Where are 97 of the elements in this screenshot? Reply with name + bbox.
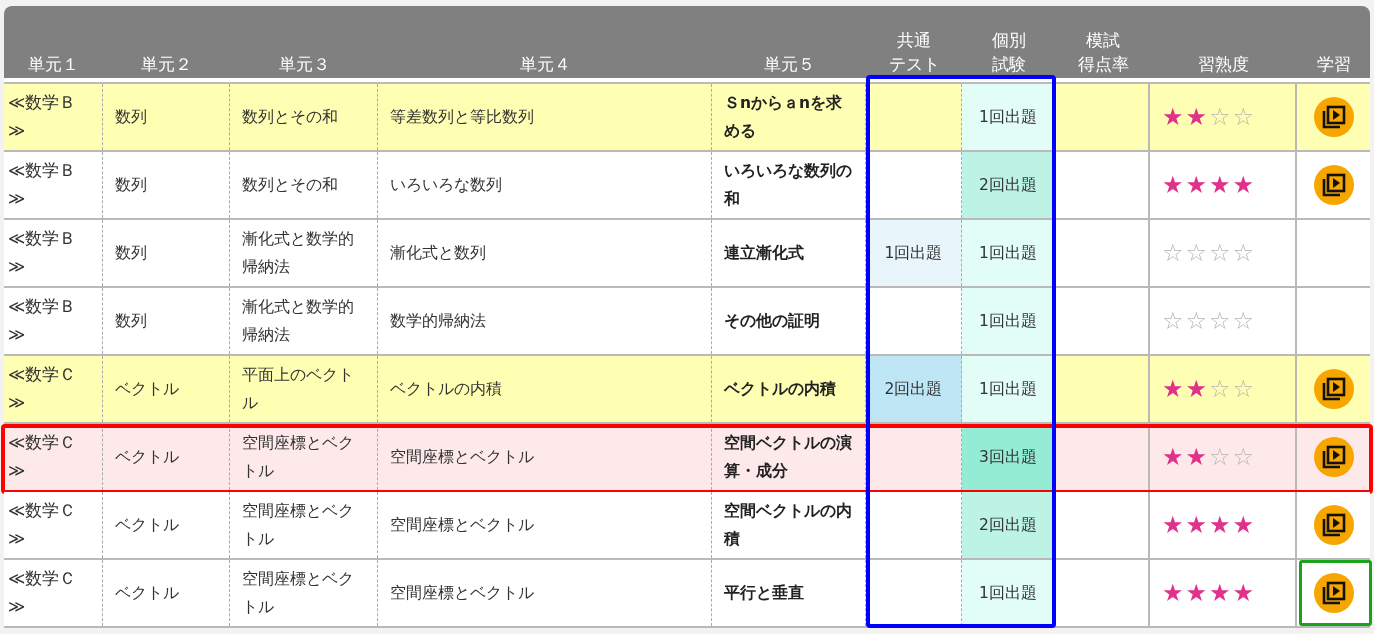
table-cell-text: 数列 xyxy=(115,175,147,196)
column-header: 単元２ xyxy=(141,53,192,76)
column-header: 単元５ xyxy=(763,53,815,76)
table-cell-text: ≪数学Ｃ≫ xyxy=(8,568,78,618)
column-header: 模試 xyxy=(1086,29,1120,52)
star-icon: ☆ xyxy=(1162,239,1184,267)
table-cell-text: いろいろな数列の和 xyxy=(724,161,853,210)
video-button[interactable] xyxy=(1313,97,1354,137)
column-header: 試験 xyxy=(992,53,1026,76)
table-cell-text: 等差数列と等比数列 xyxy=(390,107,534,128)
star-icon: ★ xyxy=(1209,579,1231,607)
star-icon: ☆ xyxy=(1232,375,1255,403)
star-icon: ☆ xyxy=(1162,307,1184,335)
star-icon: ★ xyxy=(1185,103,1208,131)
table-cell-text: 漸化式と数学的帰納法 xyxy=(242,229,355,278)
column-header: 個別 xyxy=(992,29,1026,52)
table-cell-text: Ｓnからａnを求める xyxy=(724,93,844,142)
table-cell-text: 数列 xyxy=(115,107,147,128)
table-cell-text: 漸化式と数列 xyxy=(390,243,486,264)
table-cell-text: その他の証明 xyxy=(724,311,820,332)
table-cell-text: いろいろな数列 xyxy=(390,175,502,196)
table-cell-text: 漸化式と数学的帰納法 xyxy=(242,297,355,346)
table-cell-text: 空間座標とベクトル xyxy=(390,583,534,604)
star-icon: ☆ xyxy=(1232,443,1255,471)
column-header: 習熟度 xyxy=(1198,53,1249,76)
video-button[interactable] xyxy=(1313,165,1354,205)
star-icon: ★ xyxy=(1232,171,1255,199)
star-icon: ☆ xyxy=(1185,307,1208,335)
star-icon: ☆ xyxy=(1209,239,1231,267)
table-cell-text: ベクトル xyxy=(115,447,179,468)
star-icon: ☆ xyxy=(1232,239,1255,267)
star-icon: ★ xyxy=(1162,103,1184,131)
star-icon: ★ xyxy=(1162,443,1184,471)
play-library-icon xyxy=(1313,97,1354,137)
star-icon: ★ xyxy=(1209,171,1231,199)
video-button[interactable] xyxy=(1313,505,1354,545)
table-cell-text: ベクトルの内積 xyxy=(390,379,502,400)
table-cell-text: ≪数学Ｃ≫ xyxy=(8,364,78,414)
table-cell-text: ベクトルの内積 xyxy=(724,379,836,400)
play-library-icon xyxy=(1313,573,1354,613)
star-icon: ★ xyxy=(1209,511,1231,539)
star-icon: ☆ xyxy=(1232,103,1255,131)
star-icon: ★ xyxy=(1185,443,1208,471)
table-cell-text: ≪数学Ｂ≫ xyxy=(8,296,78,346)
star-icon: ★ xyxy=(1162,511,1184,539)
star-icon: ★ xyxy=(1185,375,1208,403)
play-library-icon xyxy=(1313,505,1354,545)
column-header: 得点率 xyxy=(1077,53,1129,76)
star-icon: ★ xyxy=(1162,579,1184,607)
table-cell-text: 数列とその和 xyxy=(242,175,338,196)
table-cell-text: ≪数学Ｂ≫ xyxy=(8,160,78,210)
table-cell-text: 連立漸化式 xyxy=(724,243,804,264)
play-library-icon xyxy=(1313,437,1354,477)
table-cell-text: 空間座標とベクトル xyxy=(390,447,534,468)
table-cell-text: 空間座標とベクトル xyxy=(242,501,355,550)
play-library-icon xyxy=(1313,369,1354,409)
star-icon: ☆ xyxy=(1232,307,1255,335)
star-icon: ★ xyxy=(1185,511,1208,539)
video-button[interactable] xyxy=(1313,437,1354,477)
column-header: 単元３ xyxy=(278,53,330,76)
table-cell-text: ベクトル xyxy=(115,515,179,536)
table-cell-text: 数学的帰納法 xyxy=(390,311,486,332)
table-cell-text: ≪数学Ｃ≫ xyxy=(8,432,78,482)
star-icon: ★ xyxy=(1185,171,1208,199)
star-icon: ☆ xyxy=(1185,239,1208,267)
table-cell-text: 空間座標とベクトル xyxy=(390,515,534,536)
table-cell-text: ≪数学Ｂ≫ xyxy=(8,92,78,142)
table-cell-text: ≪数学Ｃ≫ xyxy=(8,500,78,550)
star-icon: ★ xyxy=(1232,511,1255,539)
column-header: 共通 xyxy=(897,29,931,52)
video-button[interactable] xyxy=(1313,369,1354,409)
table-cell-text: 空間ベクトルの演算・成分 xyxy=(724,433,853,482)
star-icon: ☆ xyxy=(1209,103,1231,131)
star-icon: ★ xyxy=(1162,171,1184,199)
table-cell-text: 数列とその和 xyxy=(242,107,338,128)
play-library-icon xyxy=(1313,165,1354,205)
star-icon: ★ xyxy=(1232,579,1255,607)
star-icon: ☆ xyxy=(1209,307,1231,335)
column-header: 単元４ xyxy=(519,53,571,76)
table-cell-text: ベクトル xyxy=(115,583,179,604)
column-header: テスト xyxy=(888,53,940,76)
table-cell-text: 数列 xyxy=(115,311,147,332)
table-cell-text: 空間ベクトルの内積 xyxy=(724,501,853,550)
column-header: 単元１ xyxy=(28,53,79,76)
table-cell-text: 空間座標とベクトル xyxy=(242,433,355,482)
star-icon: ★ xyxy=(1185,579,1208,607)
table-cell-text: 数列 xyxy=(115,243,147,264)
table-cell-text: 空間座標とベクトル xyxy=(242,569,355,618)
table-cell-text: ベクトル xyxy=(115,379,179,400)
star-icon: ★ xyxy=(1162,375,1184,403)
table-cell-text: 平行と垂直 xyxy=(724,583,804,604)
table-cell-text: 平面上のベクトル xyxy=(242,365,355,414)
column-header: 学習 xyxy=(1316,53,1351,76)
star-icon: ☆ xyxy=(1209,375,1231,403)
video-button[interactable] xyxy=(1313,573,1354,613)
table-cell-text: ≪数学Ｂ≫ xyxy=(8,228,78,278)
star-icon: ☆ xyxy=(1209,443,1231,471)
